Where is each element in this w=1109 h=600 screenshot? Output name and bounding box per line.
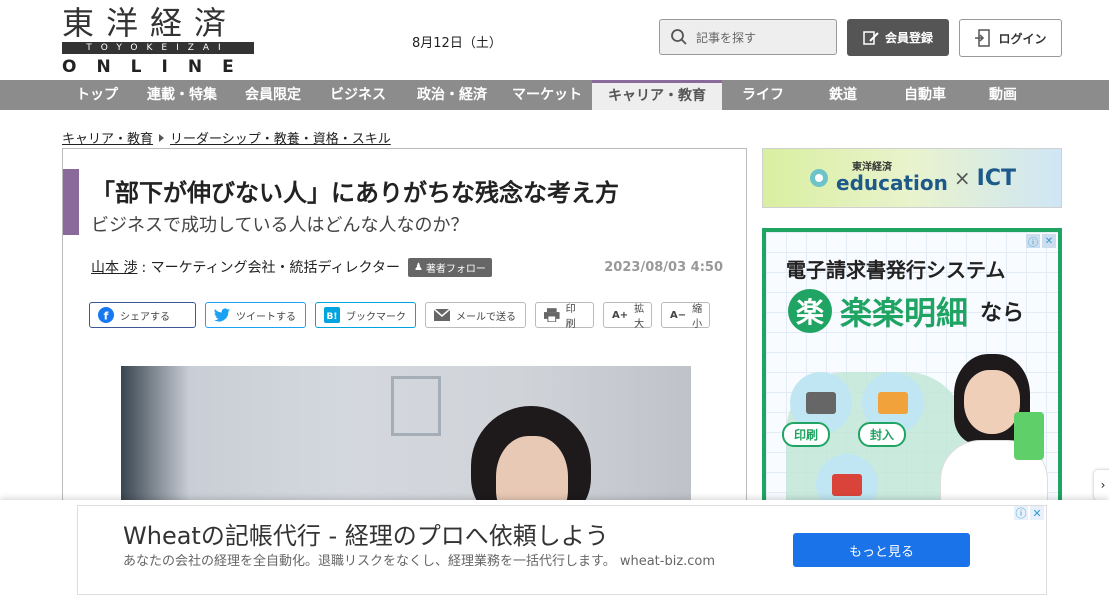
- bottom-ad-icons: ⓘ ✕: [1014, 506, 1044, 520]
- article: 「部下が伸びない人」にありがちな残念な考え方 ビジネスで成功している人はどんな人…: [62, 148, 747, 548]
- zoom-out-label: 縮小: [692, 304, 703, 330]
- ad-info-icons: ⓘ ✕: [1026, 234, 1056, 249]
- education-ict-banner[interactable]: 東洋経済 education × ICT: [762, 148, 1062, 208]
- ad-product-suffix: なら: [980, 301, 1025, 326]
- follow-label: 著者フォロー: [425, 263, 486, 275]
- login-label: ログイン: [998, 31, 1047, 46]
- article-subtitle: ビジネスで成功している人はどんな人なのか？: [91, 215, 469, 236]
- nav-item-business[interactable]: ビジネス: [314, 80, 402, 110]
- nav-item-politics[interactable]: 政治・経済: [402, 80, 502, 110]
- search-icon: [671, 29, 687, 45]
- nav-item-career[interactable]: キャリア・教育: [592, 80, 722, 110]
- twitter-share-label: ツイートする: [236, 311, 296, 323]
- education-logo: 東洋経済 education: [836, 163, 948, 195]
- logo-roman: TOYOKEIZAI: [62, 42, 254, 54]
- edu-banner-ict: ICT: [976, 165, 1016, 191]
- edu-banner-x: ×: [953, 166, 971, 190]
- nav-item-series[interactable]: 連載・特集: [132, 80, 232, 110]
- bottom-ad-description: あなたの会社の経理を全自動化。退職リスクをなくし、経理業務を一括代行します。 w…: [123, 554, 716, 569]
- sidebar-ad[interactable]: ⓘ ✕ 電子請求書発行システム 楽 楽楽明細 なら 印刷 封入: [762, 228, 1062, 508]
- logo-online: ONLINE: [62, 57, 254, 77]
- ad-close-icon[interactable]: ✕: [1030, 506, 1044, 520]
- author-row: 山本 渉 : マーケティング会社・統括ディレクター ♟ 著者フォロー 2023/…: [91, 257, 723, 277]
- ad-product-row: 楽 楽楽明細 なら: [788, 288, 1024, 334]
- bottom-ad-bar: ⓘ ✕ Wheatの記帳代行 - 経理のプロへ依頼しよう あなたの会社の経理を全…: [0, 500, 1109, 600]
- ad-heading: 電子請求書発行システム: [786, 258, 1006, 282]
- calculator-icon: [1014, 412, 1044, 460]
- nav-item-railway[interactable]: 鉄道: [804, 80, 882, 110]
- hatena-bookmark-button[interactable]: B! ブックマーク: [315, 302, 416, 328]
- search-box[interactable]: 記事を探す: [659, 19, 837, 55]
- article-title: 「部下が伸びない人」にありがちな残念な考え方: [91, 179, 619, 207]
- breadcrumb-career[interactable]: キャリア・教育: [62, 128, 153, 147]
- register-button[interactable]: 会員登録: [847, 19, 949, 56]
- ad-info-icon[interactable]: ⓘ: [1014, 506, 1028, 520]
- facebook-icon: f: [98, 307, 114, 323]
- main-nav: トップ 連載・特集 会員限定 ビジネス 政治・経済 マーケット キャリア・教育 …: [0, 80, 1109, 110]
- follow-author-button[interactable]: ♟ 著者フォロー: [407, 257, 492, 277]
- bottom-ad[interactable]: ⓘ ✕ Wheatの記帳代行 - 経理のプロへ依頼しよう あなたの会社の経理を全…: [77, 505, 1047, 595]
- nav-item-members[interactable]: 会員限定: [232, 80, 314, 110]
- register-label: 会員登録: [884, 31, 933, 45]
- photo-person-face: [496, 436, 568, 506]
- svg-text:B!: B!: [327, 312, 338, 322]
- bottom-ad-cta-button[interactable]: もっと見る: [793, 533, 970, 567]
- breadcrumb-arrow-icon: [159, 133, 165, 142]
- print-icon: [544, 308, 560, 322]
- share-buttons: f シェアする ツイートする B! ブックマーク メールで送る 印刷 A+ 拡大…: [89, 302, 710, 330]
- edit-icon: [863, 30, 879, 45]
- article-photo: [121, 366, 691, 506]
- print-button[interactable]: 印刷: [535, 302, 594, 330]
- breadcrumb: キャリア・教育 リーダーシップ・教養・資格・スキル: [62, 128, 391, 147]
- breadcrumb-leadership[interactable]: リーダーシップ・教養・資格・スキル: [170, 128, 391, 147]
- svg-text:f: f: [104, 310, 109, 323]
- facebook-share-button[interactable]: f シェアする: [89, 302, 196, 328]
- site-logo[interactable]: 東洋経済 TOYOKEIZAI ONLINE: [62, 6, 254, 77]
- site-header: 東洋経済 TOYOKEIZAI ONLINE 8月12日（土） 記事を探す 会員…: [0, 0, 1109, 80]
- ad-close-icon[interactable]: ✕: [1042, 234, 1056, 248]
- logo-kanji: 東洋経済: [62, 4, 239, 42]
- zoom-out-button[interactable]: A− 縮小: [661, 302, 710, 330]
- author-name[interactable]: 山本 渉: [91, 257, 137, 277]
- nav-item-life[interactable]: ライフ: [722, 80, 804, 110]
- twitter-icon: [214, 308, 230, 322]
- nav-item-top[interactable]: トップ: [62, 80, 132, 110]
- ad-label-envelope: 封入: [858, 422, 907, 447]
- mail-share-button[interactable]: メールで送る: [425, 302, 526, 328]
- hatena-icon: B!: [324, 307, 340, 323]
- mail-label: メールで送る: [456, 311, 516, 323]
- twitter-share-button[interactable]: ツイートする: [205, 302, 306, 328]
- raku-logo-icon: 楽: [788, 289, 832, 333]
- zoom-in-button[interactable]: A+ 拡大: [603, 302, 652, 330]
- education-logo-icon: [810, 169, 828, 187]
- login-icon: [975, 29, 991, 47]
- ad-person-illustration: [936, 350, 1056, 508]
- publish-date: 2023/08/03 4:50: [604, 259, 723, 275]
- mail-icon: [434, 309, 450, 321]
- chevron-right-icon[interactable]: ›: [1094, 470, 1109, 500]
- ad-product-name: 楽楽明細: [840, 294, 969, 332]
- print-label: 印刷: [565, 304, 576, 330]
- hatena-label: ブックマーク: [346, 311, 406, 323]
- current-date: 8月12日（土）: [412, 36, 502, 51]
- title-accent-bar: [63, 169, 79, 235]
- ad-info-icon[interactable]: ⓘ: [1026, 234, 1040, 249]
- login-button[interactable]: ログイン: [959, 19, 1062, 57]
- search-placeholder: 記事を探す: [696, 30, 757, 45]
- photo-background-frame: [391, 376, 441, 436]
- ad-label-print: 印刷: [782, 422, 831, 447]
- zoom-in-label: 拡大: [634, 304, 645, 330]
- zoom-out-icon: A−: [670, 309, 687, 321]
- author-role: : マーケティング会社・統括ディレクター: [141, 260, 400, 276]
- nav-item-auto[interactable]: 自動車: [882, 80, 968, 110]
- edu-banner-word: education: [836, 171, 948, 195]
- bottom-ad-title[interactable]: Wheatの記帳代行 - 経理のプロへ依頼しよう: [123, 516, 609, 551]
- facebook-share-label: シェアする: [120, 311, 170, 323]
- nav-item-video[interactable]: 動画: [968, 80, 1038, 110]
- nav-item-market[interactable]: マーケット: [502, 80, 592, 110]
- person-icon: ♟: [413, 261, 423, 273]
- zoom-in-icon: A+: [612, 309, 629, 321]
